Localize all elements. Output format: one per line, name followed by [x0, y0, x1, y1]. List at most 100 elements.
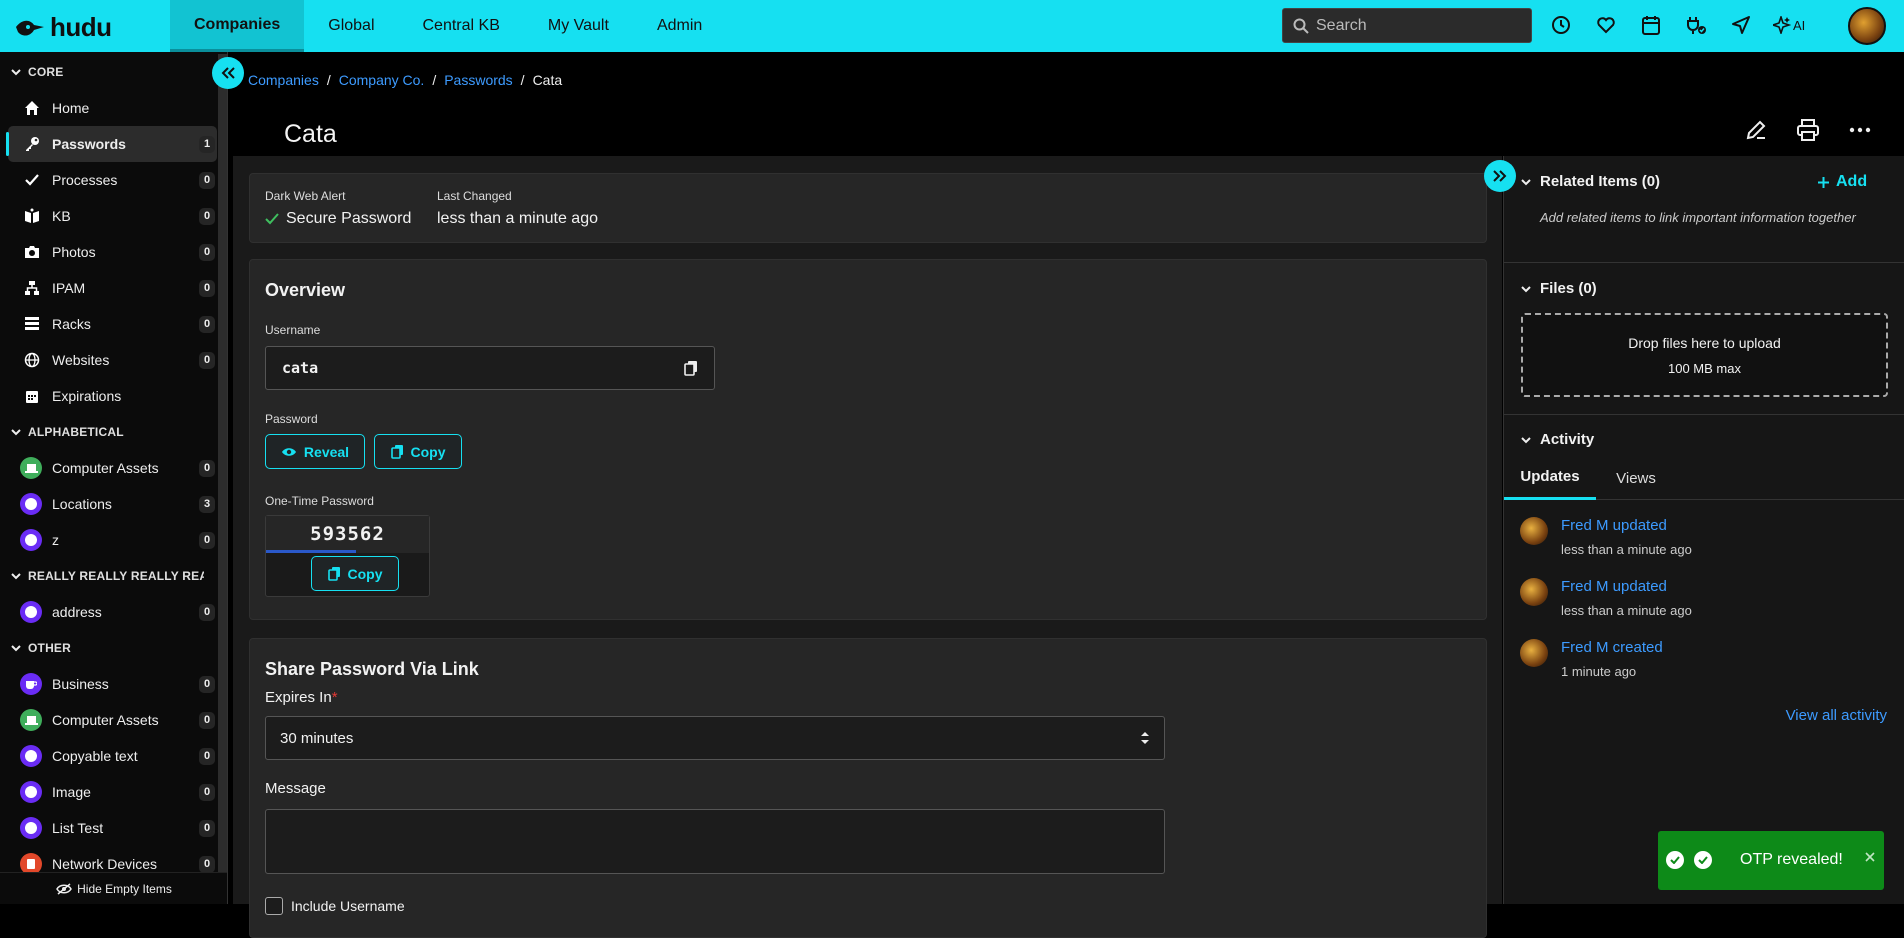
expires-label: Expires In*: [265, 689, 338, 706]
check-icon: [265, 213, 279, 225]
count-badge: 1: [199, 135, 215, 153]
send-icon[interactable]: [1728, 10, 1753, 40]
sidebar-item-address[interactable]: address 0: [8, 594, 217, 630]
collapse-sidebar-button[interactable]: [212, 57, 244, 89]
sidebar-item-business[interactable]: Business 0: [8, 666, 217, 702]
chevron-down-icon: [1521, 285, 1531, 292]
sidebar-item-expirations[interactable]: Expirations: [8, 378, 217, 414]
avatar: [1520, 517, 1548, 545]
sidebar-item-passwords[interactable]: Passwords 1: [6, 126, 217, 162]
book-icon: [24, 208, 40, 224]
dark-web-label: Dark Web Alert: [265, 189, 346, 203]
include-username-checkbox[interactable]: [265, 897, 283, 915]
breadcrumb-companies[interactable]: Companies: [248, 72, 319, 88]
expires-select[interactable]: 30 minutes: [265, 716, 1165, 760]
ai-button[interactable]: AI: [1773, 16, 1805, 34]
chevron-down-icon: [11, 429, 21, 436]
nav-admin[interactable]: Admin: [633, 0, 726, 52]
check-circle-icon: [1666, 851, 1684, 869]
search-icon: [1293, 18, 1309, 34]
activity-text[interactable]: Fred M updated: [1561, 578, 1692, 595]
activity-text[interactable]: Fred M created: [1561, 639, 1663, 656]
expand-right-panel-button[interactable]: [1484, 160, 1516, 192]
breadcrumb-company[interactable]: Company Co.: [339, 72, 425, 88]
sidebar-item-ipam[interactable]: IPAM 0: [8, 270, 217, 306]
count-badge: 0: [199, 783, 215, 801]
sidebar-item-label: List Test: [52, 820, 104, 836]
calendar-icon[interactable]: [1638, 10, 1663, 40]
sidebar-item-home[interactable]: Home: [8, 90, 217, 126]
expires-label-text: Expires In: [265, 689, 332, 706]
section-alphabetical[interactable]: ALPHABETICAL: [0, 414, 227, 450]
view-all-activity-link[interactable]: View all activity: [1786, 707, 1887, 724]
circle-icon: [20, 601, 42, 623]
sidebar-item-label: KB: [52, 208, 71, 224]
edit-icon[interactable]: [1744, 118, 1768, 142]
plug-check-icon[interactable]: [1683, 10, 1708, 40]
share-title: Share Password Via Link: [265, 659, 479, 679]
copy-label: Copy: [347, 565, 383, 582]
sidebar-scrollbar[interactable]: [218, 54, 227, 874]
tab-views[interactable]: Views: [1596, 456, 1676, 500]
related-items-header[interactable]: Related Items (0): [1520, 173, 1660, 190]
file-dropzone[interactable]: Drop files here to upload 100 MB max: [1521, 313, 1888, 397]
count-badge: 0: [199, 603, 215, 621]
sidebar-item-label: Computer Assets: [52, 712, 159, 728]
sidebar-item-locations[interactable]: Locations 3: [8, 486, 217, 522]
breadcrumb-separator: /: [432, 72, 437, 88]
sidebar-item-computer-assets[interactable]: Computer Assets 0: [8, 450, 217, 486]
reveal-button[interactable]: Reveal: [265, 434, 365, 469]
required-mark: *: [331, 689, 338, 706]
more-icon[interactable]: [1848, 118, 1872, 142]
sidebar-item-kb[interactable]: KB 0: [8, 198, 217, 234]
count-badge: 0: [199, 459, 215, 477]
heart-icon[interactable]: [1593, 10, 1618, 40]
hide-empty-items-button[interactable]: Hide Empty Items: [0, 872, 227, 904]
expires-value: 30 minutes: [280, 729, 354, 747]
sidebar-item-computer-assets-other[interactable]: Computer Assets 0: [8, 702, 217, 738]
circle-icon: [20, 529, 42, 551]
sidebar-item-image[interactable]: Image 0: [8, 774, 217, 810]
sidebar-item-racks[interactable]: Racks 0: [8, 306, 217, 342]
add-related-button[interactable]: Add: [1817, 173, 1867, 191]
activity-text[interactable]: Fred M updated: [1561, 517, 1692, 534]
sidebar-item-copyable-text[interactable]: Copyable text 0: [8, 738, 217, 774]
section-title: CORE: [28, 65, 64, 79]
close-icon[interactable]: [1864, 851, 1876, 863]
camera-icon: [24, 244, 40, 260]
hudu-logo[interactable]: hudu: [14, 12, 112, 43]
home-icon: [24, 100, 40, 116]
user-avatar[interactable]: [1848, 7, 1886, 45]
section-core[interactable]: CORE: [0, 54, 227, 90]
sidebar-item-label: address: [52, 604, 102, 620]
nav-my-vault[interactable]: My Vault: [524, 0, 633, 52]
nav-global[interactable]: Global: [304, 0, 398, 52]
nav-companies[interactable]: Companies: [170, 0, 305, 52]
related-empty-text: Add related items to link important info…: [1540, 210, 1856, 225]
activity-entry: Fred M updated less than a minute ago: [1520, 578, 1692, 618]
activity-header[interactable]: Activity: [1520, 431, 1594, 448]
status-card: Dark Web Alert Secure Password Last Chan…: [249, 173, 1487, 243]
files-header[interactable]: Files (0): [1520, 280, 1597, 297]
copy-password-button[interactable]: Copy: [374, 434, 462, 469]
sidebar-item-processes[interactable]: Processes 0: [8, 162, 217, 198]
clock-icon[interactable]: [1548, 10, 1573, 40]
section-other[interactable]: OTHER: [0, 630, 227, 666]
username-field[interactable]: cata: [265, 346, 715, 390]
count-badge: 0: [199, 855, 215, 873]
copy-icon[interactable]: [684, 360, 698, 376]
tab-updates[interactable]: Updates: [1504, 456, 1596, 500]
breadcrumb-passwords[interactable]: Passwords: [444, 72, 512, 88]
last-changed-value: less than a minute ago: [437, 210, 598, 227]
section-really[interactable]: REALLY REALLY REALLY REALLY: [0, 558, 227, 594]
copy-otp-button[interactable]: Copy: [311, 556, 399, 591]
print-icon[interactable]: [1796, 118, 1820, 142]
search-input[interactable]: Search: [1282, 8, 1532, 43]
sidebar-item-photos[interactable]: Photos 0: [8, 234, 217, 270]
sidebar-item-websites[interactable]: Websites 0: [8, 342, 217, 378]
nav-central-kb[interactable]: Central KB: [399, 0, 524, 52]
otp-timer-track: [266, 550, 429, 553]
sidebar-item-list-test[interactable]: List Test 0: [8, 810, 217, 846]
message-textarea[interactable]: [265, 809, 1165, 874]
sidebar-item-z[interactable]: z0: [8, 522, 217, 558]
